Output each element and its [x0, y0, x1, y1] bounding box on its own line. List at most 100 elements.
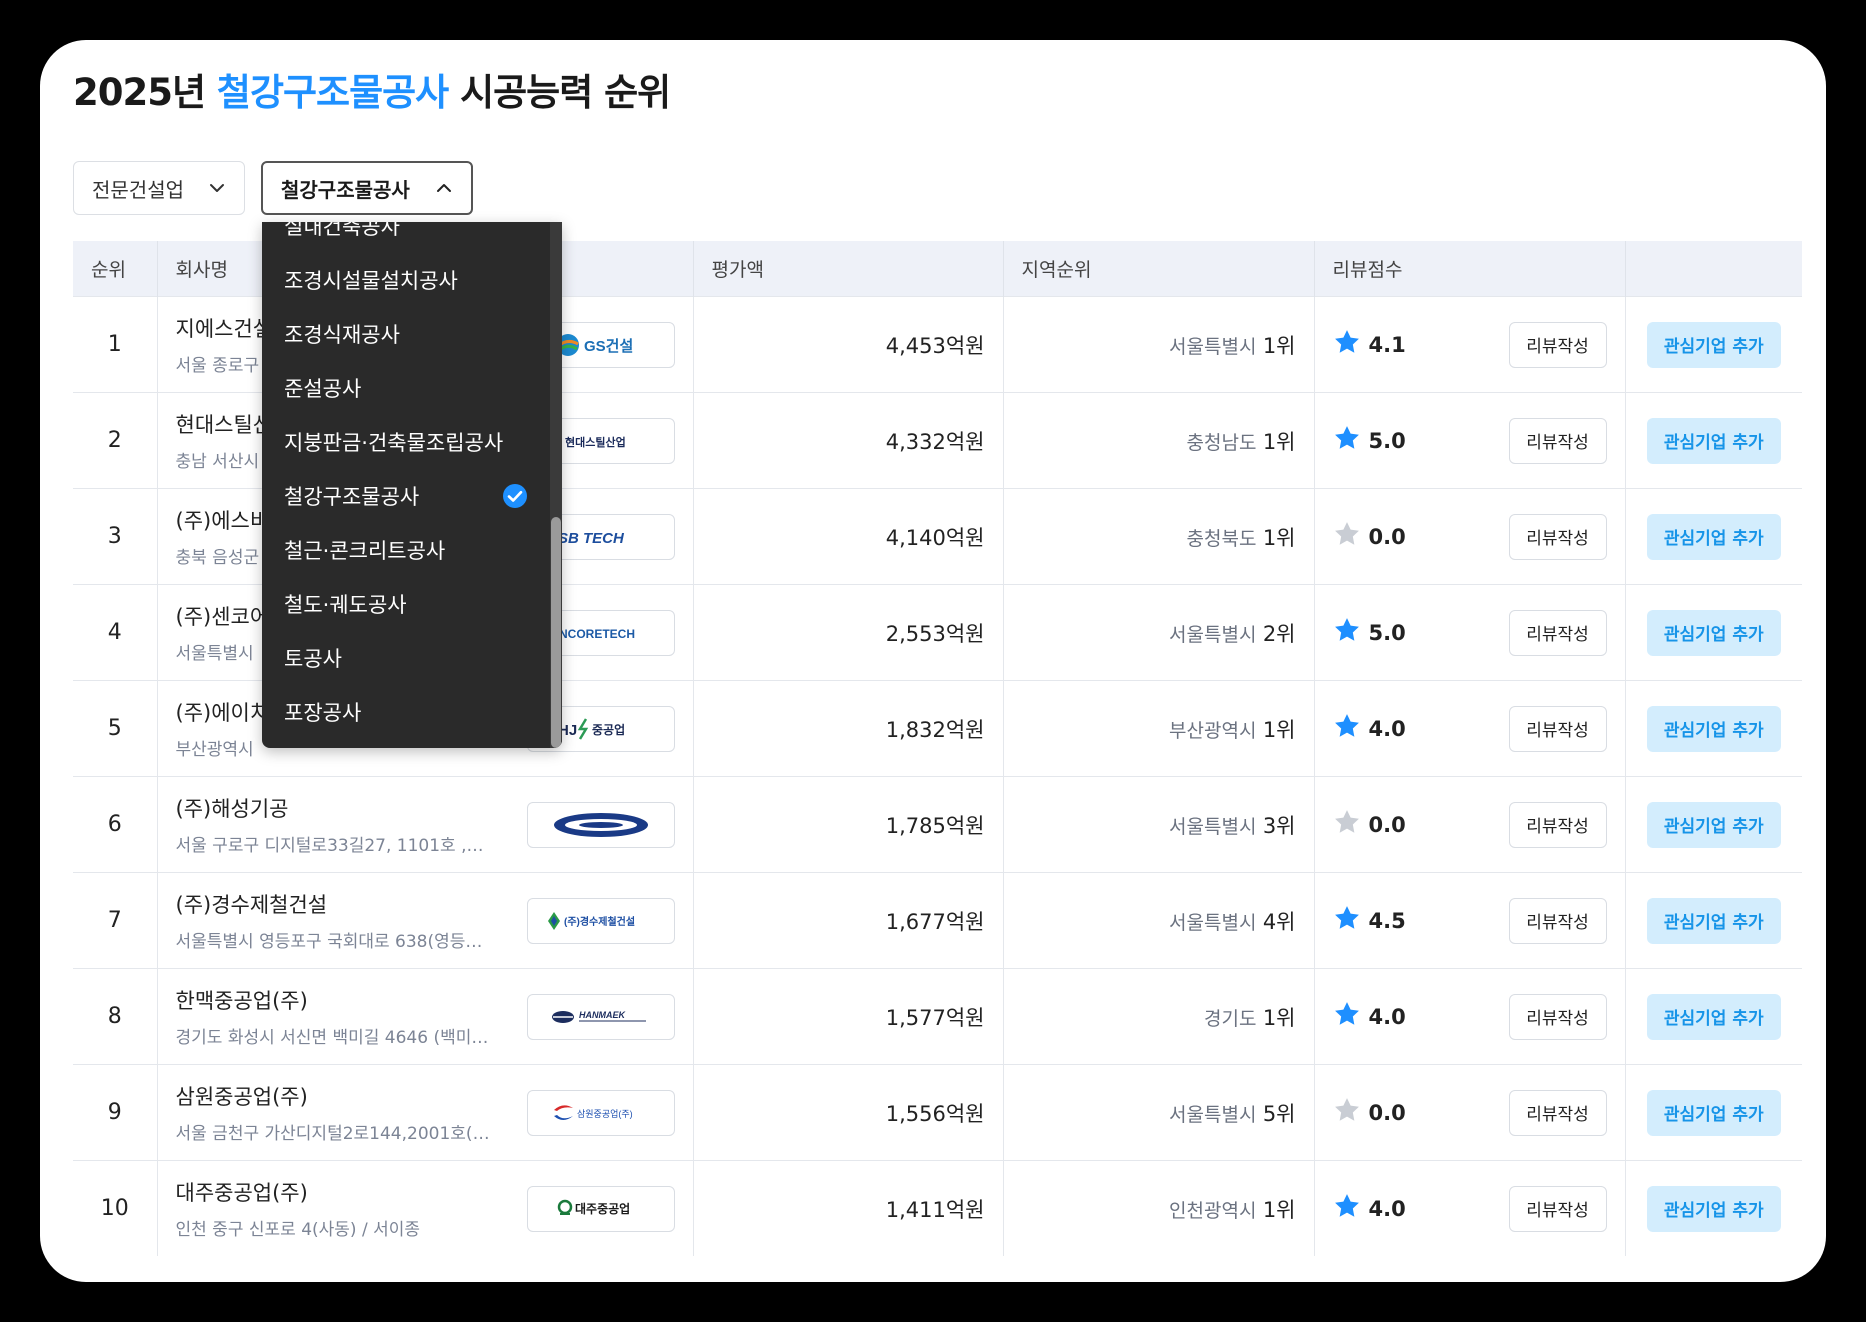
review-score: 5.0 — [1368, 428, 1406, 453]
region-name: 부산광역시 — [1169, 719, 1257, 742]
check-circle-icon — [502, 483, 528, 509]
review-wrap: 4.0 리뷰작성 — [1315, 993, 1625, 1040]
rank-cell: 5 — [73, 680, 158, 777]
region-name: 경기도 — [1204, 1007, 1257, 1030]
region-cell: 부산광역시 1위 — [1003, 680, 1315, 777]
dropdown-item[interactable]: 철도·궤도공사 — [262, 577, 550, 631]
star-icon — [1333, 424, 1361, 457]
company-name[interactable]: 삼원중공업(주) — [176, 1081, 494, 1111]
write-review-button[interactable]: 리뷰작성 — [1508, 993, 1607, 1040]
star-icon — [1333, 1192, 1361, 1225]
chevron-down-icon — [208, 179, 226, 197]
company-cell: (주)해성기공 서울 구로구 디지털로33길27, 1101호 ,1102호 — [157, 776, 694, 873]
add-favorite-button[interactable]: 관심기업 추가 — [1646, 897, 1781, 944]
region-rank: 1위 — [1262, 333, 1296, 358]
write-review-button[interactable]: 리뷰작성 — [1508, 321, 1607, 368]
company-name[interactable]: (주)해성기공 — [176, 793, 494, 823]
add-favorite-button[interactable]: 관심기업 추가 — [1646, 705, 1781, 752]
company-name[interactable]: (주)경수제철건설 — [176, 889, 494, 919]
region-rank: 1위 — [1262, 429, 1296, 454]
review-score: 0.0 — [1368, 812, 1406, 837]
star-icon — [1333, 328, 1361, 361]
action-cell: 관심기업 추가 — [1625, 1160, 1802, 1256]
write-review-button[interactable]: 리뷰작성 — [1508, 1185, 1607, 1232]
dropdown-scrollbar[interactable] — [550, 222, 562, 748]
review-wrap: 0.0 리뷰작성 — [1315, 1089, 1625, 1136]
review-wrap: 0.0 리뷰작성 — [1315, 513, 1625, 560]
write-review-button[interactable]: 리뷰작성 — [1508, 417, 1607, 464]
dropdown-item[interactable]: 조경시설물설치공사 — [262, 253, 550, 307]
write-review-button[interactable]: 리뷰작성 — [1508, 897, 1607, 944]
write-review-button[interactable]: 리뷰작성 — [1508, 1089, 1607, 1136]
rank-cell: 9 — [73, 1064, 158, 1161]
header-region: 지역순위 — [1003, 241, 1315, 297]
write-review-button[interactable]: 리뷰작성 — [1508, 513, 1607, 560]
dropdown-item[interactable]: 철근·콘크리트공사 — [262, 523, 550, 577]
dropdown-item-label: 철강구조물공사 — [284, 485, 420, 509]
dropdown-item-label: 실내건축공사 — [284, 222, 400, 239]
add-favorite-button[interactable]: 관심기업 추가 — [1646, 993, 1781, 1040]
add-favorite-button[interactable]: 관심기업 추가 — [1646, 1089, 1781, 1136]
review-wrap: 5.0 리뷰작성 — [1315, 609, 1625, 656]
chevron-up-icon — [435, 179, 453, 197]
write-review-button[interactable]: 리뷰작성 — [1508, 705, 1607, 752]
dropdown-item-label: 준설공사 — [284, 377, 362, 401]
dropdown-item[interactable]: 포장공사 — [262, 685, 550, 739]
amount-cell: 1,577억원 — [693, 968, 1004, 1065]
dropdown-item[interactable]: 철강구조물공사 — [262, 469, 550, 523]
dropdown-item-label: 철근·콘크리트공사 — [284, 539, 446, 563]
industry-filter-dropdown[interactable]: 전문건설업 — [73, 161, 245, 215]
dropdown-item-label: 조경시설물설치공사 — [284, 269, 458, 293]
add-favorite-button[interactable]: 관심기업 추가 — [1646, 321, 1781, 368]
add-favorite-button[interactable]: 관심기업 추가 — [1646, 417, 1781, 464]
action-cell: 관심기업 추가 — [1625, 776, 1802, 873]
review-score: 0.0 — [1368, 1100, 1406, 1125]
company-info: 대주중공업(주) 인천 중구 신포로 4(사동) / 서이종 — [176, 1177, 494, 1240]
add-favorite-button[interactable]: 관심기업 추가 — [1646, 1185, 1781, 1232]
review-score: 4.5 — [1368, 908, 1406, 933]
dropdown-item[interactable]: 준설공사 — [262, 361, 550, 415]
add-favorite-button[interactable]: 관심기업 추가 — [1646, 513, 1781, 560]
rank-cell: 4 — [73, 584, 158, 681]
write-review-button[interactable]: 리뷰작성 — [1508, 609, 1607, 656]
action-cell: 관심기업 추가 — [1625, 680, 1802, 777]
review-wrap: 0.0 리뷰작성 — [1315, 801, 1625, 848]
company-name[interactable]: 한맥중공업(주) — [176, 985, 494, 1015]
amount-cell: 1,832억원 — [693, 680, 1004, 777]
action-cell: 관심기업 추가 — [1625, 296, 1802, 393]
dropdown-item[interactable]: 토공사 — [262, 631, 550, 685]
action-cell: 관심기업 추가 — [1625, 488, 1802, 585]
amount-cell: 4,453억원 — [693, 296, 1004, 393]
svg-text:GS건설: GS건설 — [584, 338, 633, 355]
action-cell: 관심기업 추가 — [1625, 872, 1802, 969]
amount-cell: 2,553억원 — [693, 584, 1004, 681]
company-info: (주)경수제철건설 서울특별시 영등포구 국회대로 638(영등포동) — [176, 889, 494, 952]
review-wrap: 4.0 리뷰작성 — [1315, 1185, 1625, 1232]
add-favorite-button[interactable]: 관심기업 추가 — [1646, 609, 1781, 656]
region-cell: 충청남도 1위 — [1003, 392, 1315, 489]
title-suffix: 시공능력 순위 — [448, 71, 671, 114]
company-wrap: 대주중공업(주) 인천 중구 신포로 4(사동) / 서이종 대주중공업 — [158, 1177, 693, 1240]
amount-cell: 1,785억원 — [693, 776, 1004, 873]
work-type-filter-dropdown[interactable]: 철강구조물공사 — [261, 161, 473, 215]
review-score: 4.1 — [1368, 332, 1406, 357]
company-info: 한맥중공업(주) 경기도 화성시 서신면 백미길 4646 (백미리) — [176, 985, 494, 1048]
write-review-button[interactable]: 리뷰작성 — [1508, 801, 1607, 848]
table-row: 6 (주)해성기공 서울 구로구 디지털로33길27, 1101호 ,1102호 1,… — [73, 776, 1802, 873]
review-cell: 4.0 리뷰작성 — [1314, 1160, 1626, 1256]
dropdown-scrollbar-thumb[interactable] — [551, 517, 561, 748]
add-favorite-button[interactable]: 관심기업 추가 — [1646, 801, 1781, 848]
review-score: 4.0 — [1368, 1004, 1406, 1029]
region-cell: 서울특별시 5위 — [1003, 1064, 1315, 1161]
review-wrap: 5.0 리뷰작성 — [1315, 417, 1625, 464]
dropdown-item[interactable]: 실내건축공사 — [262, 222, 550, 253]
dropdown-item[interactable]: 조경식재공사 — [262, 307, 550, 361]
dropdown-item[interactable]: 지붕판금·건축물조립공사 — [262, 415, 550, 469]
region-rank: 2위 — [1262, 621, 1296, 646]
star-icon — [1333, 1096, 1361, 1129]
company-logo: 대주중공업 — [526, 1185, 675, 1232]
review-cell: 0.0 리뷰작성 — [1314, 776, 1626, 873]
amount-cell: 4,140억원 — [693, 488, 1004, 585]
company-name[interactable]: 대주중공업(주) — [176, 1177, 494, 1207]
svg-text:현대스틸산업: 현대스틸산업 — [565, 435, 626, 449]
